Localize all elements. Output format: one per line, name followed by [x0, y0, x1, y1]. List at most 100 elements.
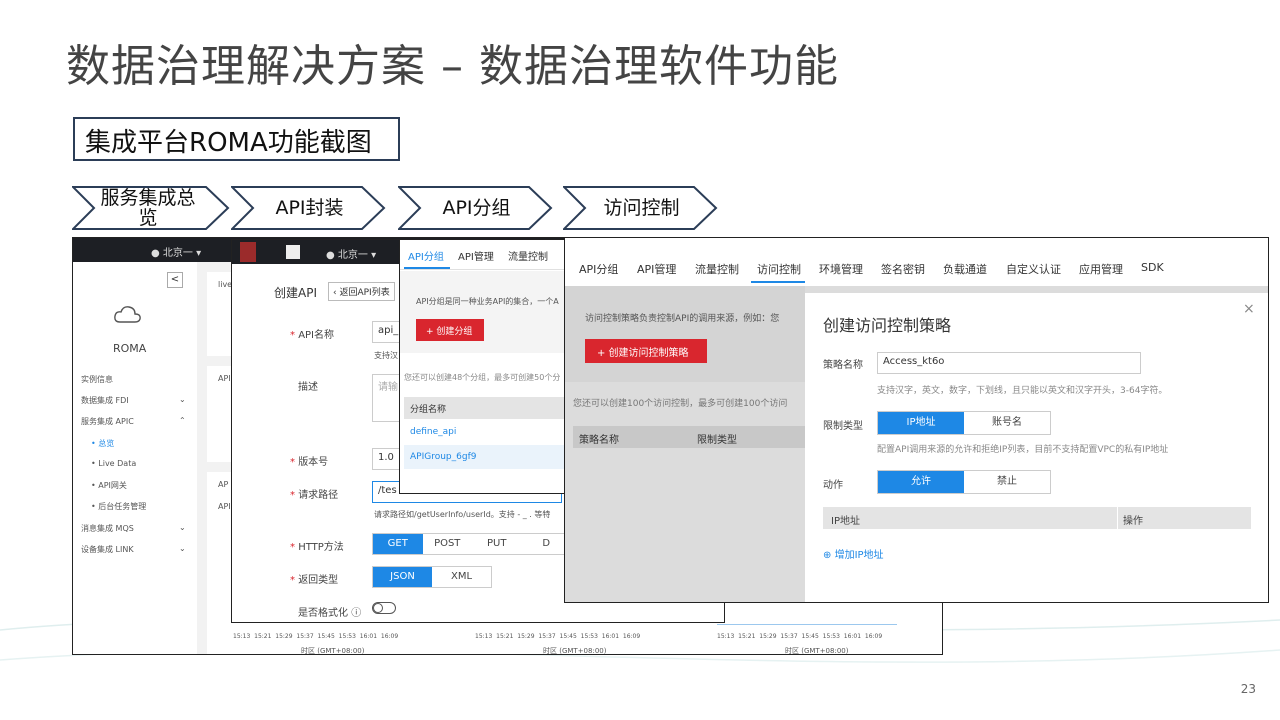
chevron-down-icon: ⌄	[179, 523, 186, 532]
plus-circle-icon: ⊕	[823, 550, 832, 561]
time-zone-2: 时区 (GMT+08:00)	[543, 647, 607, 655]
add-ip-link[interactable]: ⊕ 增加IP地址	[823, 546, 884, 561]
restrict-type-segmented: IP地址 账号名	[877, 411, 1051, 435]
sidebar-item-mqs[interactable]: 消息集成 MQS	[81, 523, 134, 534]
tab-flow-control[interactable]: 流量控制	[508, 248, 548, 263]
sidebar-item-instance[interactable]: 实例信息	[81, 374, 113, 385]
return-xml[interactable]: XML	[432, 567, 491, 587]
tab-flow-control[interactable]: 流量控制	[695, 261, 739, 277]
page-title: 创建API	[274, 286, 317, 300]
collapse-icon[interactable]: <	[167, 272, 183, 288]
method-segmented: GET POST PUT D	[372, 533, 572, 555]
version-label: * 版本号	[290, 457, 329, 468]
return-label: * 返回类型	[290, 575, 339, 586]
col-ip: IP地址	[831, 516, 860, 527]
chevron-up-icon: ⌃	[179, 416, 186, 425]
card-label: AP	[218, 480, 229, 489]
sidebar-item-apic[interactable]: 服务集成 APIC	[81, 416, 134, 427]
tab-app-manage[interactable]: 应用管理	[1079, 261, 1123, 277]
add-ip-label: 增加IP地址	[834, 550, 884, 561]
format-label: 是否格式化 ⓘ	[298, 608, 362, 619]
brand-logo	[240, 242, 256, 262]
group-row-link[interactable]: APIGroup_6gf9	[410, 452, 476, 462]
chevron-down-icon: ⌄	[179, 395, 186, 404]
create-policy-dialog: 创建访问控制策略 × 策略名称 Access_kt6o 支持汉字，英文，数字，下…	[805, 293, 1268, 602]
path-label: * 请求路径	[290, 490, 339, 501]
quota-text: 您还可以创建100个访问控制，最多可创建100个访问	[573, 399, 788, 409]
region-selector[interactable]: ● 北京一 ▾	[151, 244, 201, 259]
col-divider	[1117, 507, 1118, 529]
subtitle-box: 集成平台ROMA功能截图	[73, 117, 400, 161]
api-name-hint: 支持汉	[374, 351, 398, 360]
step-api-wrap: API封装	[231, 186, 386, 230]
location-pin-icon: ●	[326, 250, 335, 261]
region-label: 北京一	[337, 250, 368, 261]
tab-api-group[interactable]: API分组	[408, 248, 444, 263]
type-ip[interactable]: IP地址	[878, 412, 964, 434]
method-label: * HTTP方法	[290, 542, 344, 553]
tab-env[interactable]: 环境管理	[819, 261, 863, 277]
path-hint: 请求路径如/getUserInfo/userId。支持 - _ . 等特	[374, 510, 551, 519]
method-post[interactable]: POST	[423, 534, 473, 554]
action-allow[interactable]: 允许	[878, 471, 964, 493]
tab-api-group[interactable]: API分组	[579, 261, 618, 277]
info-text: API分组是同一种业务API的集合，一个A	[416, 297, 559, 306]
back-label: 返回API列表	[339, 288, 390, 298]
step-label: API封装	[275, 197, 344, 219]
close-icon[interactable]: ×	[1243, 301, 1255, 317]
quota-text: 您还可以创建48个分组，最多可创建50个分	[404, 373, 561, 382]
tab-api-manage[interactable]: API管理	[637, 261, 676, 277]
info-panel	[565, 286, 805, 382]
card-label: API	[218, 502, 231, 511]
sidebar-item-fdi[interactable]: 数据集成 FDI	[81, 395, 129, 406]
policy-name-hint: 支持汉字，英文，数字，下划线，且只能以英文和汉字开头，3-64字符。	[877, 386, 1168, 396]
method-get[interactable]: GET	[373, 534, 423, 554]
ip-table-header	[823, 507, 1251, 529]
action-segmented: 允许 禁止	[877, 470, 1051, 494]
col-restrict-type: 限制类型	[697, 435, 737, 446]
create-policy-button[interactable]: + 创建访问控制策略	[585, 339, 707, 363]
action-label: 动作	[823, 480, 843, 491]
tab-bar: API分组 API管理 流量控制 访问控制 环境管理 签名密钥 负载通道 自定义…	[565, 238, 1268, 286]
step-label: 服务集成总览	[100, 187, 196, 229]
tab-underline	[751, 281, 805, 283]
step-label: 访问控制	[603, 197, 680, 219]
step-api-group: API分组	[398, 186, 553, 230]
sidebar-item-link[interactable]: 设备集成 LINK	[81, 544, 134, 555]
step-access-control: 访问控制	[563, 186, 718, 230]
chart-line	[717, 624, 897, 625]
tab-sdk[interactable]: SDK	[1141, 261, 1164, 274]
group-row-link[interactable]: define_api	[410, 427, 456, 437]
sidebar-subitem-tasks[interactable]: • 后台任务管理	[91, 501, 146, 512]
tab-api-manage[interactable]: API管理	[458, 248, 494, 263]
time-axis-1: 15:13 15:21 15:29 15:37 15:45 15:53 16:0…	[233, 633, 399, 640]
time-axis-3: 15:13 15:21 15:29 15:37 15:45 15:53 16:0…	[717, 633, 883, 640]
method-put[interactable]: PUT	[472, 534, 522, 554]
region-selector[interactable]: ● 北京一 ▾	[326, 246, 376, 261]
policy-name-input[interactable]: Access_kt6o	[877, 352, 1141, 374]
tab-custom-auth[interactable]: 自定义认证	[1006, 261, 1061, 277]
col-op: 操作	[1123, 516, 1143, 527]
return-json[interactable]: JSON	[373, 567, 432, 587]
dialog-title: 创建访问控制策略	[823, 316, 952, 335]
api-name-label: * API名称	[290, 330, 335, 341]
tab-signature[interactable]: 签名密钥	[881, 261, 925, 277]
action-deny[interactable]: 禁止	[964, 471, 1050, 493]
tab-vpc[interactable]: 负载通道	[943, 261, 987, 277]
time-zone-1: 时区 (GMT+08:00)	[301, 647, 365, 655]
location-pin-icon: ●	[151, 248, 160, 259]
create-group-button[interactable]: + 创建分组	[416, 319, 484, 341]
sidebar-subitem-apigw[interactable]: • API网关	[91, 480, 127, 491]
time-zone-3: 时区 (GMT+08:00)	[785, 647, 849, 655]
tab-access-control[interactable]: 访问控制	[757, 261, 801, 277]
format-toggle[interactable]	[372, 602, 396, 614]
api-group-window: API分组 API管理 流量控制 API分组是同一种业务API的集合，一个A +…	[399, 239, 567, 494]
type-account[interactable]: 账号名	[964, 412, 1050, 434]
sidebar-subitem-livedata[interactable]: • Live Data	[91, 459, 136, 468]
sidebar: < ROMA 实例信息 数据集成 FDI ⌄ 服务集成 APIC ⌃ • 总览 …	[73, 262, 197, 654]
back-button[interactable]: ‹ 返回API列表	[328, 282, 395, 301]
group-name-header: 分组名称	[404, 397, 566, 419]
sidebar-subitem-overview[interactable]: • 总览	[91, 438, 114, 449]
tab-underline	[404, 267, 450, 269]
menu-icon[interactable]	[286, 245, 300, 259]
